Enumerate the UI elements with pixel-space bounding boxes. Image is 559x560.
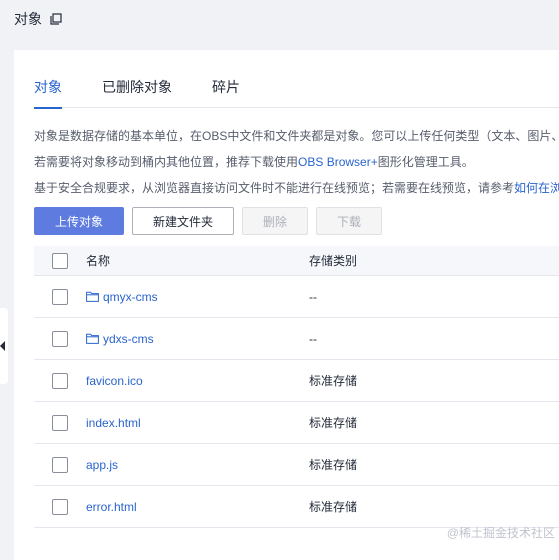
new-folder-button[interactable]: 新建文件夹 bbox=[132, 207, 234, 235]
table-header: 名称 存储类别 bbox=[34, 246, 559, 276]
object-name-link[interactable]: app.js bbox=[86, 458, 118, 472]
objects-table: 名称 存储类别 qmyx-cms -- ydxs-cms -- favicon.ico 标… bbox=[34, 246, 559, 528]
description-text: 基于安全合规要求，从浏览器直接访问文件时不能进行在线预览；若需要在线预览，请参考 bbox=[34, 181, 514, 195]
description-line-2: 若需要将对象移动到桶内其他位置，推荐下载使用OBS Browser+图形化管理工… bbox=[34, 154, 559, 180]
folder-icon bbox=[86, 333, 99, 344]
select-all-checkbox[interactable] bbox=[52, 253, 68, 269]
objects-panel: 对象 已删除对象 碎片 对象是数据存储的基本单位，在OBS中文件和文件夹都是对象… bbox=[14, 50, 559, 560]
folder-icon bbox=[86, 291, 99, 302]
storage-class: 标准存储 bbox=[309, 498, 559, 515]
storage-class: -- bbox=[309, 332, 559, 346]
delete-button[interactable]: 删除 bbox=[242, 207, 308, 235]
side-panel-toggle[interactable] bbox=[0, 308, 8, 384]
table-row: ydxs-cms -- bbox=[34, 318, 559, 360]
table-row: qmyx-cms -- bbox=[34, 276, 559, 318]
description-line-1: 对象是数据存储的基本单位，在OBS中文件和文件夹都是对象。您可以上传任何类型（文… bbox=[34, 128, 559, 154]
row-checkbox[interactable] bbox=[52, 373, 68, 389]
page-title: 对象 bbox=[14, 9, 42, 29]
description-line-3: 基于安全合规要求，从浏览器直接访问文件时不能进行在线预览；若需要在线预览，请参考… bbox=[34, 180, 559, 206]
row-checkbox[interactable] bbox=[52, 415, 68, 431]
object-name-link[interactable]: error.html bbox=[86, 500, 137, 514]
object-name-link[interactable]: qmyx-cms bbox=[103, 290, 158, 304]
table-row: app.js 标准存储 bbox=[34, 444, 559, 486]
preview-help-link[interactable]: 如何在浏 bbox=[514, 181, 559, 195]
row-checkbox[interactable] bbox=[52, 331, 68, 347]
object-name-link[interactable]: ydxs-cms bbox=[103, 332, 154, 346]
storage-class: 标准存储 bbox=[309, 414, 559, 431]
column-name[interactable]: 名称 bbox=[86, 252, 309, 269]
table-body: qmyx-cms--ydxs-cms--favicon.ico标准存储index… bbox=[34, 276, 559, 528]
storage-class: 标准存储 bbox=[309, 372, 559, 389]
watermark: @稀土掘金技术社区 bbox=[447, 524, 555, 541]
download-button[interactable]: 下载 bbox=[316, 207, 382, 235]
tab-objects[interactable]: 对象 bbox=[34, 76, 62, 108]
page-header: 对象 bbox=[0, 0, 559, 38]
storage-class: 标准存储 bbox=[309, 456, 559, 473]
table-row: index.html 标准存储 bbox=[34, 402, 559, 444]
tab-fragments[interactable]: 碎片 bbox=[212, 76, 240, 108]
upload-button[interactable]: 上传对象 bbox=[34, 207, 124, 235]
object-name-link[interactable]: favicon.ico bbox=[86, 374, 143, 388]
description: 对象是数据存储的基本单位，在OBS中文件和文件夹都是对象。您可以上传任何类型（文… bbox=[34, 128, 559, 206]
object-name-link[interactable]: index.html bbox=[86, 416, 141, 430]
obs-browser-link[interactable]: OBS Browser+ bbox=[298, 155, 378, 169]
row-checkbox[interactable] bbox=[52, 499, 68, 515]
table-row: error.html 标准存储 bbox=[34, 486, 559, 528]
toolbar: 上传对象 新建文件夹 删除 下载 bbox=[34, 207, 390, 235]
row-checkbox[interactable] bbox=[52, 289, 68, 305]
description-text: 若需要将对象移动到桶内其他位置，推荐下载使用 bbox=[34, 155, 298, 169]
description-text: 图形化管理工具。 bbox=[378, 155, 474, 169]
column-storage-class[interactable]: 存储类别 bbox=[309, 252, 559, 269]
row-checkbox[interactable] bbox=[52, 457, 68, 473]
table-row: favicon.ico 标准存储 bbox=[34, 360, 559, 402]
storage-class: -- bbox=[309, 290, 559, 304]
chevron-left-icon bbox=[0, 341, 5, 351]
tab-bar: 对象 已删除对象 碎片 bbox=[34, 76, 559, 108]
copy-icon[interactable] bbox=[50, 13, 62, 25]
tab-deleted-objects[interactable]: 已删除对象 bbox=[102, 76, 172, 108]
